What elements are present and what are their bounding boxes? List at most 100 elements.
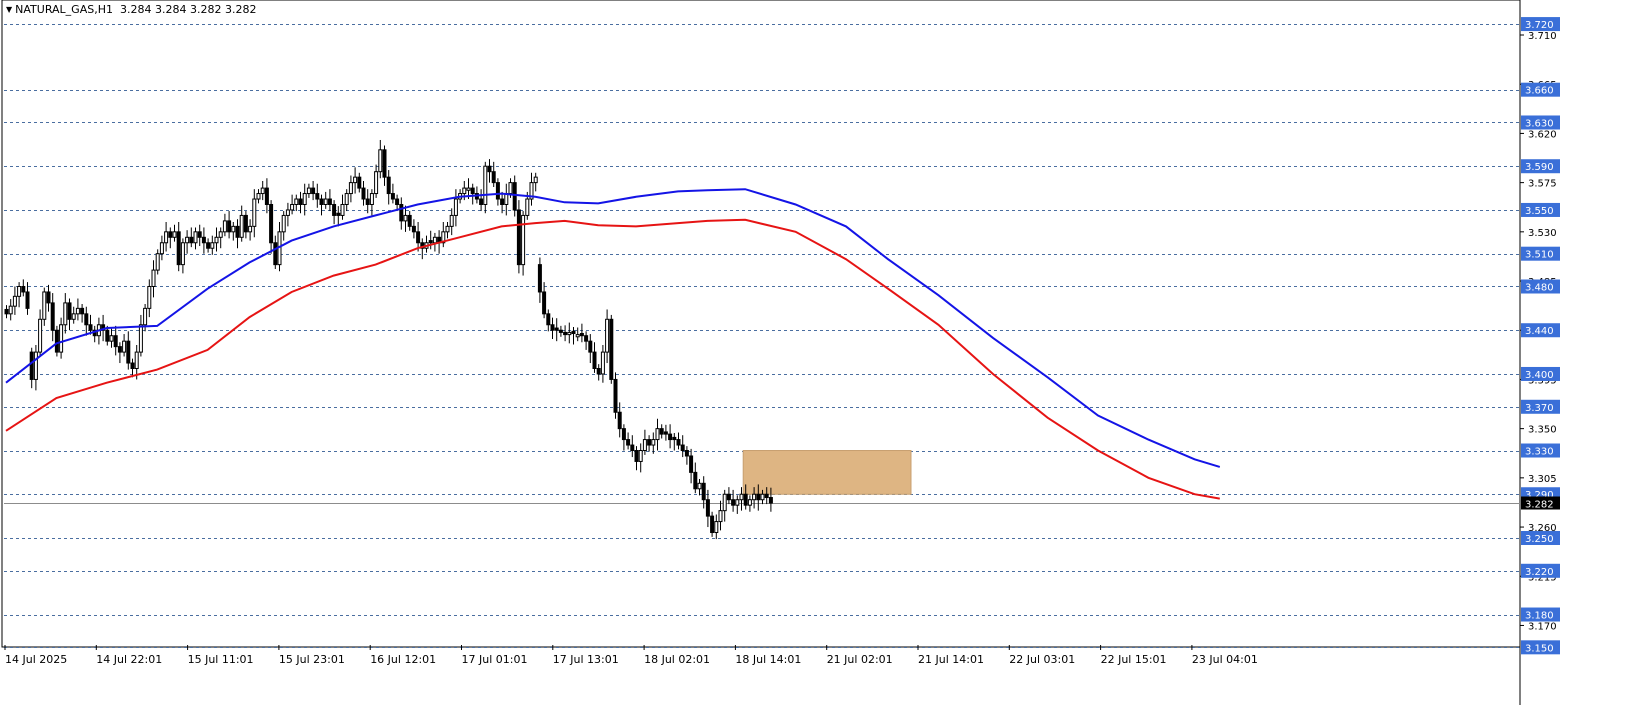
candle [109, 328, 114, 348]
current-price-tag: 3.282 [1521, 496, 1560, 511]
candle [659, 424, 664, 439]
candle [264, 178, 269, 214]
candle-body-bull [353, 176, 358, 184]
candle [487, 159, 492, 183]
candle [420, 238, 425, 260]
time-label: 14 Jul 2025 [5, 653, 67, 666]
candle-body-bull [71, 313, 76, 320]
candle-body-bear [25, 291, 30, 309]
candle [571, 326, 576, 345]
candle-body-bull [348, 182, 353, 195]
candle-body-bear [189, 236, 194, 244]
candle [504, 183, 509, 216]
candle-body-bear [554, 327, 559, 331]
candle-body-bull [8, 305, 13, 315]
candle [42, 287, 47, 326]
candle-body-bull [697, 482, 702, 490]
candle-body-bull [508, 182, 513, 195]
candle-body-bear [315, 193, 320, 200]
candle [311, 180, 316, 201]
triangle-down-icon[interactable]: ▼ [6, 5, 12, 14]
candle [663, 424, 668, 441]
candle-body-bull [340, 203, 345, 216]
candle-body-bear [88, 324, 93, 331]
candle-body-bear [680, 444, 685, 452]
candle-body-bear [558, 329, 563, 333]
candle [588, 334, 593, 364]
candle-body-bear [668, 433, 673, 441]
price-chart[interactable]: 3.7103.6653.6203.5753.5303.4853.4403.395… [0, 0, 1651, 705]
candle [172, 224, 177, 242]
candle-body-bear [269, 203, 274, 244]
candle-body-bear [386, 176, 391, 195]
candle [206, 238, 211, 253]
candle-body-bull [403, 214, 408, 222]
candle-body-bear [550, 324, 555, 331]
candle [147, 279, 152, 318]
candle [17, 282, 22, 308]
candle-body-bull [172, 231, 177, 238]
candle-body-bear [571, 330, 576, 335]
level-tag: 3.370 [1521, 399, 1560, 414]
candle [222, 213, 227, 237]
candle [273, 235, 278, 270]
candle [80, 303, 85, 323]
candle [252, 189, 257, 238]
candle-body-bear [130, 362, 135, 370]
candle-body-bear [621, 428, 626, 441]
level-tag-label: 3.480 [1525, 282, 1554, 293]
candle [672, 433, 677, 451]
candle-body-bull [651, 439, 656, 446]
candle [8, 299, 13, 321]
candle [67, 298, 72, 331]
level-tag-label: 3.220 [1525, 567, 1554, 578]
candle-body-bear [50, 302, 55, 331]
candle-body-bull [248, 225, 253, 233]
candle-body-bear [117, 346, 122, 353]
candle-body-bear [592, 351, 597, 370]
candle [21, 279, 26, 297]
candle-body-bear [319, 198, 324, 205]
candle [705, 489, 710, 528]
candle-body-bear [390, 193, 395, 200]
candle-body-bear [768, 497, 773, 504]
candle-body-bull [605, 318, 610, 353]
candle [71, 306, 76, 324]
candle [470, 183, 475, 205]
candle-body-bear [542, 291, 547, 315]
candle [38, 309, 43, 357]
candle [319, 194, 324, 216]
candle [327, 189, 332, 212]
candle-body-bear [67, 302, 72, 320]
candle [315, 183, 320, 208]
candle-body-bull [260, 187, 265, 195]
candle-body-bull [567, 331, 572, 336]
ohlc-values: 3.284 3.284 3.282 3.282 [119, 3, 257, 16]
candle-body-bull [521, 214, 526, 266]
candle-body-bull [193, 231, 198, 244]
axis-tick-label: 3.350 [1528, 425, 1557, 436]
price-grid [1, 0, 1521, 705]
chart-frame [1, 0, 1521, 648]
candle-body-bull [138, 324, 143, 353]
candle-body-bear [579, 333, 584, 337]
time-axis[interactable]: 14 Jul 2025 14 Jul 22:01 15 Jul 11:01 15 Ju… [4, 645, 1258, 666]
candle-body-bear [273, 242, 278, 266]
candle-body-bull [63, 302, 68, 326]
price-axis[interactable]: 3.7103.6653.6203.5753.5303.4853.4403.395… [1520, 17, 1560, 655]
level-tag-label: 3.550 [1525, 206, 1554, 217]
candle [382, 145, 387, 186]
candle-body-bull [323, 198, 328, 205]
candle [483, 161, 488, 214]
time-label: 18 Jul 14:01 [735, 653, 801, 666]
candle-body-bear [647, 439, 652, 446]
candle [201, 227, 206, 254]
candle-body-bull [294, 198, 299, 205]
candle [353, 167, 358, 194]
level-tag-label: 3.720 [1525, 20, 1554, 31]
candle [579, 323, 584, 343]
level-tag: 3.180 [1521, 607, 1560, 622]
candle [684, 446, 689, 465]
candle-body-bull [739, 493, 744, 501]
axis-tick-label: 3.575 [1528, 179, 1557, 190]
